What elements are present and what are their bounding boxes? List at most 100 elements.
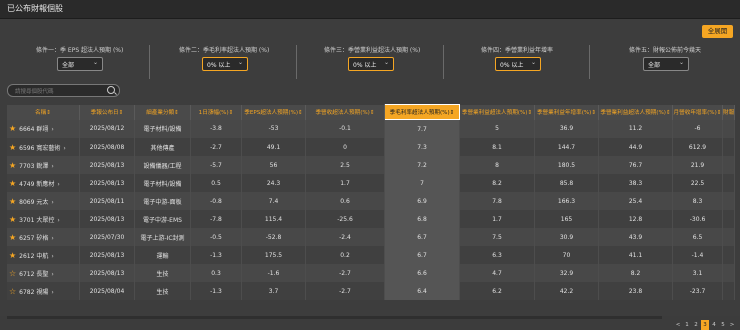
col-c7[interactable]: 季營業利益超法人預期(%)⇕ (598, 104, 673, 120)
col-industry[interactable]: 細產業分類⇕ (134, 104, 191, 120)
cell-c5: 7.5 (459, 228, 535, 246)
col-c3[interactable]: 季營收超法人預期(%)⇕ (305, 104, 385, 120)
pager-page-3[interactable]: 3 (701, 320, 709, 330)
table-row[interactable]: ★ 6596 寬宏藝術 › 2025/08/08 其他傳產 -2.7 49.1 0 7.3 8.1… (7, 138, 736, 156)
filter-1-select[interactable]: 全部 ⌄ (57, 57, 103, 71)
cell-c1: -2.7 (190, 138, 242, 156)
star-filled-icon[interactable]: ★ (9, 197, 16, 206)
chevron-right-icon[interactable]: › (51, 126, 53, 133)
table-row[interactable]: ☆ 6712 長聖 › 2025/08/13 生技 0.3 -1.6 -2.7 6.6 4.7 32… (7, 264, 736, 282)
cell-c7: 11.2 (598, 119, 673, 138)
stock-name-cell[interactable]: ★ 2612 中航 › (7, 246, 80, 264)
table-row[interactable]: ★ 6257 矽格 › 2025/07/30 電子上游-IC封測 -0.5 -52.8 -2.… (7, 228, 736, 246)
stock-name-cell[interactable]: ★ 6596 寬宏藝術 › (7, 138, 80, 156)
star-filled-icon[interactable]: ★ (9, 179, 16, 188)
search-input[interactable]: 請搜尋個股代碼 (7, 84, 120, 97)
table-row[interactable]: ☆ 6782 視陽 › 2025/08/04 生技 -1.3 3.7 -2.7 6.4 6.2 42… (7, 282, 736, 300)
cell-industry: 電子中游-面板 (134, 192, 191, 210)
filter-2-select[interactable]: 0% 以上 ⌄ (202, 57, 248, 71)
cell-c8: -6 (672, 119, 723, 138)
star-filled-icon[interactable]: ★ (9, 124, 16, 133)
table-row[interactable]: ★ 3701 大眾控 › 2025/08/13 電子中游-EMS -7.8 115.4 -25… (7, 210, 736, 228)
table-row[interactable]: ★ 6664 群翊 › 2025/08/12 電子材料/設備 -3.8 -53 -0.1 7.7… (7, 119, 736, 138)
table-row[interactable]: ★ 2612 中航 › 2025/08/13 運輸 -1.3 175.5 0.2 6.7 6.3 7… (7, 246, 736, 264)
stock-name-cell[interactable]: ★ 3701 大眾控 › (7, 210, 80, 228)
filter-3-select[interactable]: 0% 以上 ⌄ (348, 57, 394, 71)
col-c5[interactable]: 季營業利益超法人預期(%)⇕ (459, 104, 535, 120)
stock-name: 6257 矽格 (19, 234, 49, 242)
chevron-right-icon[interactable]: › (57, 181, 59, 188)
filter-4-select[interactable]: 0% 以上 ⌄ (495, 57, 541, 71)
cell-c3: 0.6 (305, 192, 385, 210)
col-label: 月營收年增率(%) (673, 110, 717, 116)
cell-c8: 3.1 (672, 264, 723, 282)
search-placeholder: 請搜尋個股代碼 (15, 89, 54, 95)
col-c1[interactable]: 1日漲幅(%)⇕ (190, 104, 242, 120)
stock-name-cell[interactable]: ★ 4749 新應材 › (7, 174, 80, 192)
pager-page-5[interactable]: 5 (719, 320, 727, 330)
stock-name-cell[interactable]: ★ 6257 矽格 › (7, 228, 80, 246)
page-title: 已公布財報個股 (7, 4, 63, 13)
col-c8[interactable]: 月營收年增率(%)⇕ (672, 104, 723, 120)
star-filled-icon[interactable]: ★ (9, 215, 16, 224)
chevron-right-icon[interactable]: › (51, 163, 53, 170)
cell-c2: -52.8 (241, 228, 306, 246)
chevron-right-icon[interactable]: › (63, 145, 65, 152)
col-c9[interactable]: 財報 (722, 104, 736, 120)
cell-c7: 76.7 (598, 156, 673, 174)
stock-name-cell[interactable]: ☆ 6782 視陽 › (7, 282, 80, 300)
star-filled-icon[interactable]: ★ (9, 233, 16, 242)
horizontal-scrollbar[interactable] (7, 316, 662, 319)
star-filled-icon[interactable]: ★ (9, 143, 16, 152)
star-filled-icon[interactable]: ★ (9, 161, 16, 170)
cell-c4: 7.7 (384, 119, 460, 138)
chevron-right-icon[interactable]: › (51, 289, 53, 296)
pager-next-button[interactable]: > (728, 320, 736, 330)
stock-name-cell[interactable]: ☆ 6712 長聖 › (7, 264, 80, 282)
chevron-right-icon[interactable]: › (57, 217, 59, 224)
star-outline-icon[interactable]: ☆ (9, 287, 16, 296)
col-label: 季營收超法人預期(%) (315, 110, 370, 116)
star-filled-icon[interactable]: ★ (9, 251, 16, 260)
col-label: 1日漲幅(%) (198, 110, 229, 116)
star-outline-icon[interactable]: ☆ (9, 269, 16, 278)
table-row[interactable]: ★ 7703 銳澤 › 2025/08/13 設備儀器/工程 -5.7 56 2.5 7.2 8 1… (7, 156, 736, 174)
chevron-right-icon[interactable]: › (51, 271, 53, 278)
cell-c6: 70 (534, 246, 599, 264)
search-icon[interactable] (107, 86, 115, 94)
pager-prev-button[interactable]: < (674, 320, 682, 330)
filter-5-select[interactable]: 全部 ⌄ (643, 57, 689, 71)
pager-page-1[interactable]: 1 (683, 320, 691, 330)
cell-c1: -7.8 (190, 210, 242, 228)
cell-date: 2025/08/13 (79, 174, 135, 192)
stock-name-cell[interactable]: ★ 8069 元太 › (7, 192, 80, 210)
stock-name-cell[interactable]: ★ 7703 銳澤 › (7, 156, 80, 174)
cell-c1: -1.3 (190, 246, 242, 264)
chevron-right-icon[interactable]: › (51, 199, 53, 206)
table-row[interactable]: ★ 4749 新應材 › 2025/08/13 電子材料/設備 0.5 24.3 1.7 7 8.… (7, 174, 736, 192)
chevron-right-icon[interactable]: › (51, 235, 53, 242)
col-date[interactable]: 季報公布日⇕ (79, 104, 135, 120)
col-c4[interactable]: 季毛利率超法人預期(%)⇕ (384, 104, 460, 120)
expand-all-button[interactable]: 全展開 (702, 25, 733, 38)
cell-c4: 6.7 (384, 228, 460, 246)
cell-c3: -2.7 (305, 264, 385, 282)
cell-c3: 2.5 (305, 156, 385, 174)
cell-c1: -3.8 (190, 119, 242, 138)
stock-name-cell[interactable]: ★ 6664 群翊 › (7, 119, 80, 138)
cell-c7: 25.4 (598, 192, 673, 210)
cell-date: 2025/08/13 (79, 156, 135, 174)
pager-page-4[interactable]: 4 (710, 320, 718, 330)
cell-date: 2025/08/13 (79, 264, 135, 282)
cell-c8: -1.4 (672, 246, 723, 264)
col-c2[interactable]: 季EPS超法人預期(%)⇕ (241, 104, 306, 120)
cell-industry: 電子上游-IC封測 (134, 228, 191, 246)
chevron-right-icon[interactable]: › (51, 253, 53, 260)
col-c6[interactable]: 季營業利益年增率(%)⇕ (534, 104, 599, 120)
cell-c6: 166.3 (534, 192, 599, 210)
cell-c6: 85.8 (534, 174, 599, 192)
table-row[interactable]: ★ 8069 元太 › 2025/08/11 電子中游-面板 -0.8 7.4 0.6 6.9 7… (7, 192, 736, 210)
pager-page-2[interactable]: 2 (692, 320, 700, 330)
col-name[interactable]: 名稱⇕ (7, 104, 80, 120)
cell-c8: -30.6 (672, 210, 723, 228)
